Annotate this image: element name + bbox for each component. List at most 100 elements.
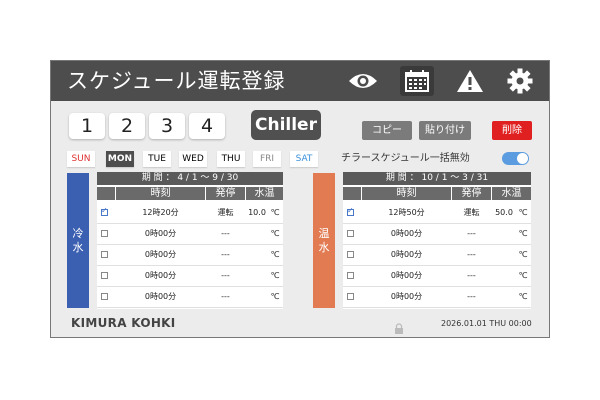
time-cell[interactable]: 0時00分 — [362, 266, 451, 286]
temp-cell[interactable] — [246, 224, 268, 244]
state-cell[interactable]: --- — [452, 266, 491, 286]
time-cell[interactable]: 12時50分 — [362, 203, 451, 223]
table-row[interactable]: 0時00分 --- ℃ — [97, 287, 283, 308]
temp-cell[interactable] — [246, 245, 268, 265]
temp-unit: ℃ — [270, 250, 280, 259]
time-cell[interactable]: 0時00分 — [362, 224, 451, 244]
schedule-3-button[interactable]: 3 — [149, 113, 185, 139]
cooling-period: 期 間 ： 4 / 1 〜 9 / 30 — [97, 172, 283, 185]
cooling-side-label: 冷 水 — [67, 173, 89, 308]
state-cell[interactable]: --- — [452, 245, 491, 265]
heating-schedule-table: 期 間 ： 10 / 1 〜 3 / 31 時刻 発停 水温 12時50分 運転… — [343, 172, 531, 309]
temp-column-header: 水温 — [492, 187, 531, 200]
table-row[interactable]: 0時00分 --- ℃ — [97, 266, 283, 287]
checkbox-column-header — [97, 187, 115, 200]
bulk-disable-toggle[interactable] — [502, 152, 529, 165]
schedule-window: スケジュール運転登録 1 2 3 4 Chiller コピー 貼り付け 削除 S… — [50, 60, 550, 338]
time-cell[interactable]: 0時00分 — [116, 287, 205, 307]
time-cell[interactable]: 0時00分 — [362, 245, 451, 265]
state-cell[interactable]: 運転 — [206, 203, 245, 223]
page-title: スケジュール運転登録 — [67, 69, 286, 93]
day-tue[interactable]: TUE — [143, 151, 171, 167]
eye-icon[interactable] — [346, 66, 380, 96]
row-checkbox[interactable] — [347, 230, 354, 237]
heating-side-label: 温 水 — [313, 173, 335, 308]
time-cell[interactable]: 0時00分 — [116, 266, 205, 286]
warning-icon[interactable] — [453, 66, 487, 96]
day-thu[interactable]: THU — [217, 151, 245, 167]
state-cell[interactable]: --- — [452, 224, 491, 244]
cooling-schedule-table: 期 間 ： 4 / 1 〜 9 / 30 時刻 発停 水温 12時20分 運転 … — [97, 172, 283, 309]
schedule-2-button[interactable]: 2 — [109, 113, 145, 139]
header-bar: スケジュール運転登録 — [51, 61, 549, 101]
row-checkbox[interactable] — [101, 206, 108, 216]
row-checkbox[interactable] — [347, 293, 354, 300]
temp-unit: ℃ — [518, 229, 528, 238]
state-column-header: 発停 — [452, 187, 491, 200]
state-cell[interactable]: --- — [206, 266, 245, 286]
copy-button[interactable]: コピー — [362, 121, 412, 140]
table-row[interactable]: 12時50分 運転 50.0 ℃ — [343, 203, 531, 224]
time-cell[interactable]: 0時00分 — [116, 245, 205, 265]
row-checkbox[interactable] — [101, 230, 108, 237]
time-cell[interactable]: 12時20分 — [116, 203, 205, 223]
time-column-header: 時刻 — [116, 187, 205, 200]
temp-cell[interactable] — [246, 287, 268, 307]
temp-cell[interactable] — [492, 266, 516, 286]
calendar-icon[interactable] — [400, 66, 434, 96]
temp-cell[interactable]: 10.0 — [246, 203, 268, 223]
paste-button[interactable]: 貼り付け — [419, 121, 471, 140]
time-cell[interactable]: 0時00分 — [362, 287, 451, 307]
gear-icon[interactable] — [503, 66, 537, 96]
checkbox-column-header — [343, 187, 361, 200]
datetime-display: 2026.01.01 THU 00:00 — [441, 319, 532, 328]
temp-cell[interactable] — [492, 224, 516, 244]
company-logo: KIMURA KOHKI — [71, 316, 176, 330]
row-checkbox[interactable] — [347, 206, 354, 216]
delete-button[interactable]: 削除 — [492, 121, 532, 140]
schedule-4-button[interactable]: 4 — [189, 113, 225, 139]
temp-column-header: 水温 — [246, 187, 283, 200]
table-row[interactable]: 0時00分 --- ℃ — [97, 245, 283, 266]
time-column-header: 時刻 — [362, 187, 451, 200]
temp-unit: ℃ — [270, 292, 280, 301]
state-cell[interactable]: --- — [206, 287, 245, 307]
time-cell[interactable]: 0時00分 — [116, 224, 205, 244]
day-sat[interactable]: SAT — [290, 151, 318, 167]
temp-unit: ℃ — [270, 208, 280, 217]
day-fri[interactable]: FRI — [253, 151, 281, 167]
lock-icon[interactable] — [394, 319, 404, 337]
table-row[interactable]: 0時00分 --- ℃ — [343, 224, 531, 245]
day-mon[interactable]: MON — [106, 151, 134, 167]
state-cell[interactable]: 運転 — [452, 203, 491, 223]
temp-cell[interactable] — [492, 245, 516, 265]
temp-unit: ℃ — [518, 208, 528, 217]
table-row[interactable]: 0時00分 --- ℃ — [343, 287, 531, 308]
temp-unit: ℃ — [518, 250, 528, 259]
temp-unit: ℃ — [518, 292, 528, 301]
state-column-header: 発停 — [206, 187, 245, 200]
day-wed[interactable]: WED — [179, 151, 207, 167]
temp-cell[interactable] — [492, 287, 516, 307]
temp-unit: ℃ — [270, 229, 280, 238]
row-checkbox[interactable] — [347, 251, 354, 258]
table-row[interactable]: 0時00分 --- ℃ — [343, 266, 531, 287]
table-row[interactable]: 0時00分 --- ℃ — [343, 245, 531, 266]
row-checkbox[interactable] — [101, 272, 108, 279]
state-cell[interactable]: --- — [206, 224, 245, 244]
row-checkbox[interactable] — [101, 251, 108, 258]
row-checkbox[interactable] — [347, 272, 354, 279]
state-cell[interactable]: --- — [452, 287, 491, 307]
state-cell[interactable]: --- — [206, 245, 245, 265]
row-checkbox[interactable] — [101, 293, 108, 300]
chiller-button[interactable]: Chiller — [251, 110, 321, 140]
table-row[interactable]: 12時20分 運転 10.0 ℃ — [97, 203, 283, 224]
temp-cell[interactable] — [246, 266, 268, 286]
schedule-1-button[interactable]: 1 — [69, 113, 105, 139]
temp-cell[interactable]: 50.0 — [492, 203, 516, 223]
heating-period: 期 間 ： 10 / 1 〜 3 / 31 — [343, 172, 531, 185]
table-row[interactable]: 0時00分 --- ℃ — [97, 224, 283, 245]
bulk-disable-label: チラースケジュール一括無効 — [341, 153, 470, 164]
temp-unit: ℃ — [270, 271, 280, 280]
day-sun[interactable]: SUN — [67, 151, 95, 167]
